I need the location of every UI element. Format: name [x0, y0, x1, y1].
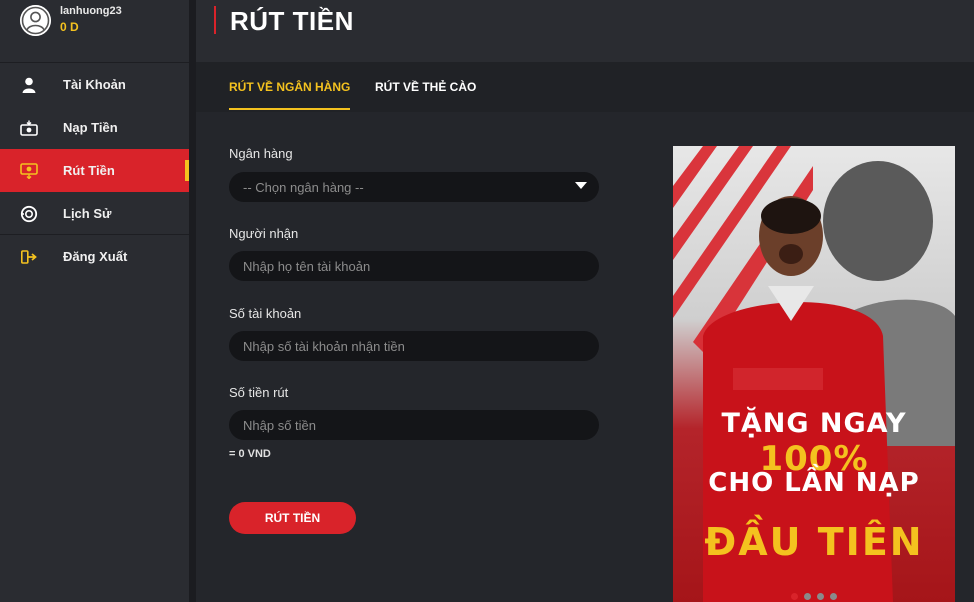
recipient-label: Người nhận: [229, 226, 299, 241]
sidebar: lanhuong23 0 D Tài Khoản Nạp Tiền Rút Ti…: [0, 0, 189, 602]
tab-bank-withdraw[interactable]: RÚT VỀ NGÂN HÀNG: [229, 80, 351, 110]
account-number-label: Số tài khoản: [229, 306, 302, 321]
carousel-dot[interactable]: [830, 593, 837, 600]
sidebar-item-deposit[interactable]: Nạp Tiền: [0, 106, 189, 149]
sidebar-item-logout[interactable]: Đăng Xuất: [0, 235, 189, 278]
promo-line-2: CHO LẦN NẠP: [708, 468, 920, 498]
user-block: lanhuong23 0 D: [0, 0, 189, 63]
carousel-dot[interactable]: [791, 593, 798, 600]
promo-line-1-prefix: TẶNG NGAY: [721, 408, 907, 439]
page-header: RÚT TIỀN: [196, 0, 974, 62]
user-icon: [20, 76, 38, 94]
bank-select-value: -- Chọn ngân hàng --: [243, 179, 364, 195]
amount-label: Số tiền rút: [229, 385, 289, 400]
recipient-input[interactable]: [229, 251, 599, 281]
sidebar-item-withdraw[interactable]: Rút Tiền: [0, 149, 189, 192]
sidebar-divider: [189, 0, 196, 602]
logout-icon: [20, 248, 38, 266]
sidebar-item-label: Lịch Sử: [63, 205, 112, 221]
promo-banner[interactable]: TẶNG NGAY 100% CHO LẦN NẠP ĐẦU TIÊN: [673, 146, 955, 602]
sidebar-item-label: Rút Tiền: [63, 163, 115, 178]
sidebar-item-label: Tài Khoản: [63, 77, 126, 92]
tab-card-withdraw[interactable]: RÚT VỀ THẺ CÀO: [375, 80, 476, 108]
carousel-dot[interactable]: [817, 593, 824, 600]
history-icon: [20, 205, 38, 223]
sidebar-menu: Tài Khoản Nạp Tiền Rút Tiền Lịch Sử Đăng…: [0, 63, 189, 278]
bank-select[interactable]: -- Chọn ngân hàng --: [229, 172, 599, 202]
sidebar-item-label: Đăng Xuất: [63, 249, 128, 264]
amount-input[interactable]: [229, 410, 599, 440]
withdraw-submit-button[interactable]: RÚT TIỀN: [229, 502, 356, 534]
sidebar-item-history[interactable]: Lịch Sử: [0, 192, 189, 235]
sidebar-item-account[interactable]: Tài Khoản: [0, 63, 189, 106]
balance: 0 D: [60, 20, 79, 34]
carousel-dot[interactable]: [804, 593, 811, 600]
username: lanhuong23: [60, 5, 122, 17]
converted-amount: = 0 VND: [229, 448, 271, 460]
withdraw-tabs: RÚT VỀ NGÂN HÀNG RÚT VỀ THẺ CÀO: [196, 62, 974, 112]
sidebar-item-label: Nạp Tiền: [63, 120, 118, 135]
bank-label: Ngân hàng: [229, 146, 293, 161]
avatar-icon[interactable]: [20, 5, 51, 36]
page-title: RÚT TIỀN: [230, 6, 354, 36]
caret-down-icon: [575, 182, 587, 189]
title-accent-bar: [214, 6, 216, 34]
promo-line-3: ĐẦU TIÊN: [704, 520, 924, 564]
account-number-input[interactable]: [229, 331, 599, 361]
deposit-icon: [20, 119, 38, 137]
carousel-dots: [673, 593, 955, 600]
withdraw-icon: [20, 162, 38, 180]
